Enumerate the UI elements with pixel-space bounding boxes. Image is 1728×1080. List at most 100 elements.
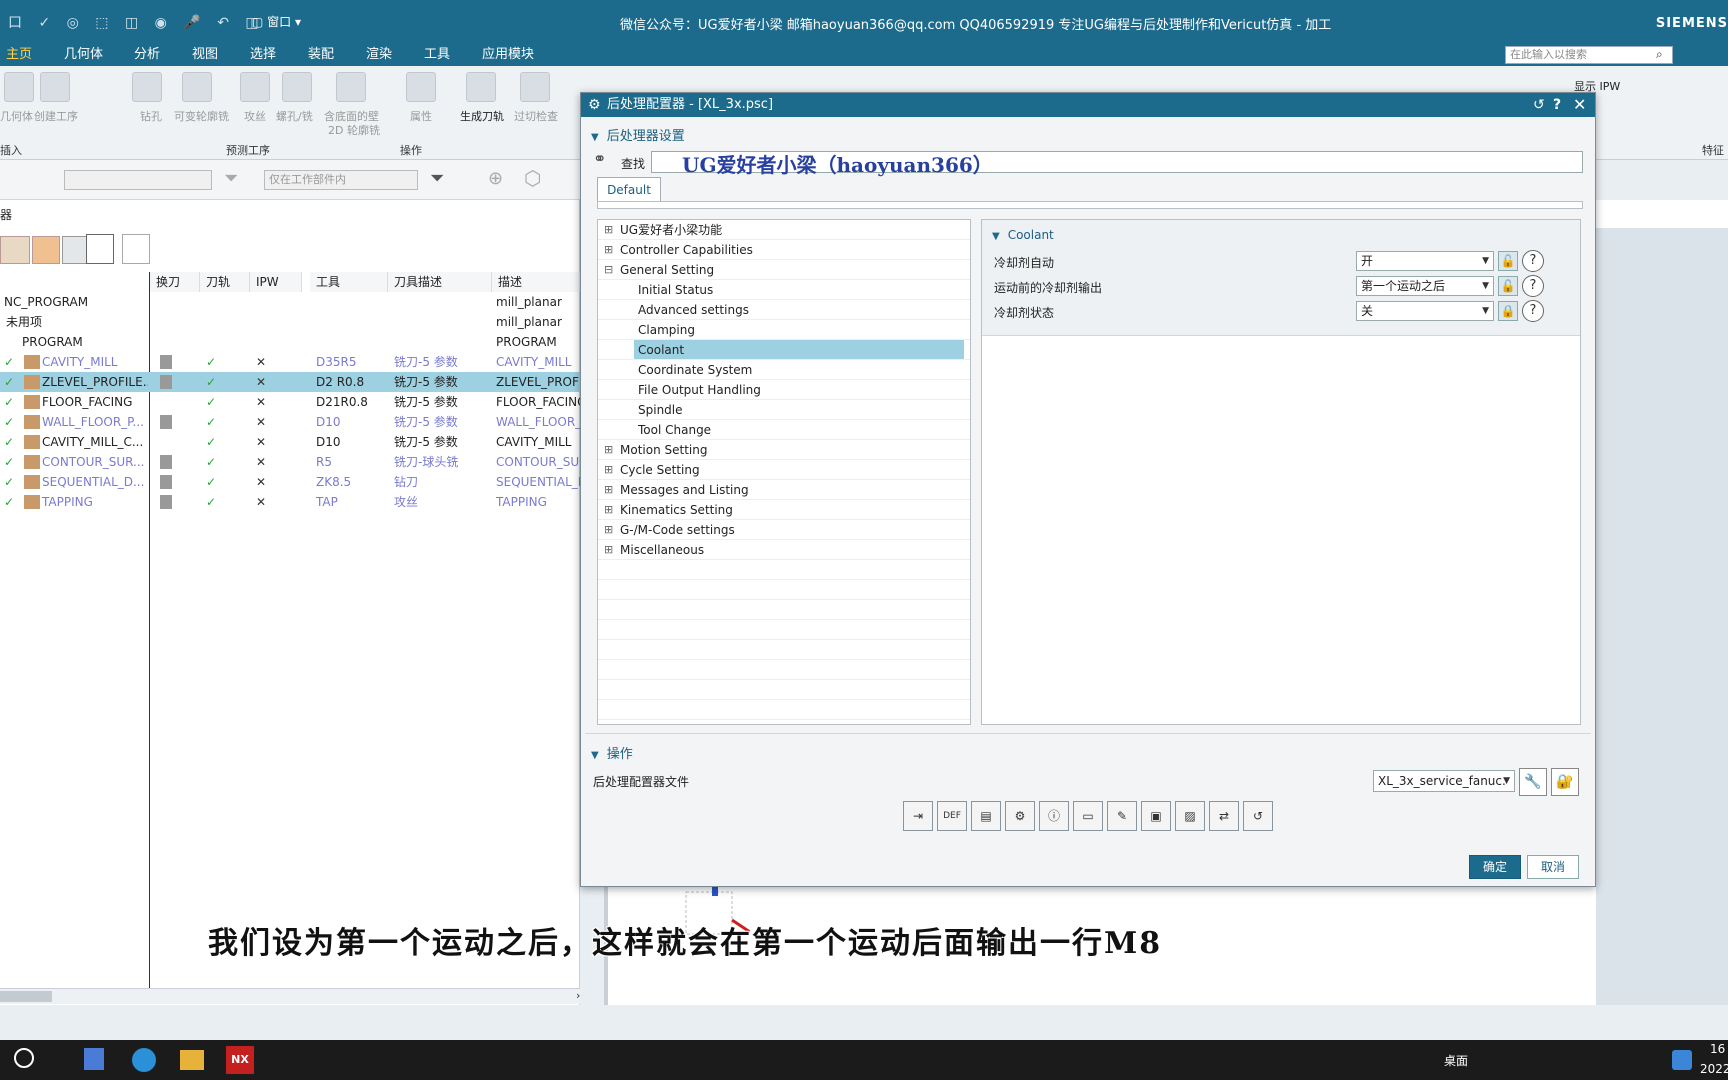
table-row[interactable]: 未用项 mill_planar bbox=[0, 312, 580, 332]
gouge-check-icon[interactable] bbox=[520, 72, 550, 102]
nav-tool-icon-2[interactable] bbox=[32, 236, 60, 264]
table-row[interactable]: PROGRAM PROGRAM bbox=[0, 332, 580, 352]
properties-icon[interactable] bbox=[406, 72, 436, 102]
menu-tools[interactable]: 工具 bbox=[418, 44, 456, 66]
selection-filter-icon[interactable]: ⏷ bbox=[430, 168, 444, 189]
file-explorer-icon[interactable] bbox=[180, 1050, 204, 1070]
tree-item[interactable]: ⊞ G-/M-Code settings bbox=[598, 520, 970, 540]
tree-item[interactable]: ⊟ General Setting bbox=[598, 260, 970, 280]
calculator-icon[interactable] bbox=[84, 1048, 104, 1070]
nav-delete-icon[interactable] bbox=[122, 234, 150, 264]
col-ipw[interactable]: IPW bbox=[250, 272, 302, 292]
help-icon[interactable]: ? bbox=[1522, 250, 1544, 272]
expand-icon[interactable]: ⊞ bbox=[604, 220, 613, 240]
coolant-auto-select[interactable]: 开 ▼ bbox=[1356, 251, 1494, 271]
expand-icon[interactable]: ⊞ bbox=[604, 540, 613, 560]
col-desc[interactable]: 描述 bbox=[492, 272, 580, 292]
menu-analysis[interactable]: 分析 bbox=[128, 44, 166, 66]
desktop-label[interactable]: 桌面 bbox=[1444, 1052, 1468, 1069]
cancel-button[interactable]: 取消 bbox=[1527, 855, 1579, 879]
transfer-icon[interactable]: ⇄ bbox=[1209, 801, 1239, 831]
coolant-group-header[interactable]: ▼ Coolant bbox=[992, 228, 1054, 242]
tree-item[interactable]: ⊞ Motion Setting bbox=[598, 440, 970, 460]
window-menu[interactable]: ▢ 窗口 ▾ bbox=[252, 13, 301, 30]
help-icon[interactable]: ? bbox=[1522, 300, 1544, 322]
table-row[interactable]: ✓ ✓ ✕ SEQUENTIAL_D... ZK8.5 钻刀 SEQUENTIAL_D bbox=[0, 472, 580, 492]
coolant-state-select[interactable]: 关 ▼ bbox=[1356, 301, 1494, 321]
close-icon[interactable]: ✕ bbox=[1573, 93, 1586, 117]
menu-select[interactable]: 选择 bbox=[244, 44, 282, 66]
tree-item[interactable]: Clamping bbox=[598, 320, 970, 340]
help-icon[interactable]: ? bbox=[1553, 93, 1561, 117]
floor-wall-icon[interactable] bbox=[336, 72, 366, 102]
drill-icon[interactable] bbox=[132, 72, 162, 102]
tree-item[interactable]: File Output Handling bbox=[598, 380, 970, 400]
table-row[interactable]: ✓ ✓ ✕ ZLEVEL_PROFILE... D2 R0.8 铣刀-5 参数 ZLEVEL… bbox=[0, 372, 580, 392]
help-icon[interactable]: ? bbox=[1522, 275, 1544, 297]
col-toolpath[interactable]: 刀轨 bbox=[200, 272, 250, 292]
table-row[interactable]: ✓ ✓ ✕ CAVITY_MILL_C... D10 铣刀-5 参数 CAVITY_MILL bbox=[0, 432, 580, 452]
tree-item[interactable]: ⊞ Messages and Listing bbox=[598, 480, 970, 500]
variable-contour-icon[interactable] bbox=[182, 72, 212, 102]
expand-icon[interactable]: ⊞ bbox=[604, 480, 613, 500]
tree-item[interactable]: ⊞ Miscellaneous bbox=[598, 540, 970, 560]
generate-path-icon[interactable] bbox=[466, 72, 496, 102]
collapse-icon[interactable]: ⊟ bbox=[604, 260, 613, 280]
undo-icon[interactable]: ↺ bbox=[1243, 801, 1273, 831]
table-row[interactable]: ✓ ✓ ✕ WALL_FLOOR_P... D10 铣刀-5 参数 WALL_FLOOR_F bbox=[0, 412, 580, 432]
section-operations[interactable]: ▼ 操作 bbox=[591, 743, 633, 762]
menu-home[interactable]: 主页 bbox=[0, 44, 38, 66]
section-post-settings[interactable]: ▼ 后处理器设置 bbox=[591, 125, 685, 144]
save-as-icon[interactable]: ▨ bbox=[1175, 801, 1205, 831]
table-row[interactable]: ✓ ✓ ✕ TAPPING TAP 攻丝 TAPPING bbox=[0, 492, 580, 512]
def-file-icon[interactable]: DEF bbox=[937, 801, 967, 831]
unlock-icon[interactable]: 🔓 bbox=[1498, 276, 1518, 296]
edit-file-icon[interactable]: ✎ bbox=[1107, 801, 1137, 831]
info-icon[interactable]: ⓘ bbox=[1039, 801, 1069, 831]
reset-icon[interactable]: ↺ bbox=[1533, 93, 1545, 117]
tree-item[interactable]: Spindle bbox=[598, 400, 970, 420]
tree-item[interactable]: ⊞ Cycle Setting bbox=[598, 460, 970, 480]
report-icon[interactable]: ▤ bbox=[971, 801, 1001, 831]
export-icon[interactable]: ⇥ bbox=[903, 801, 933, 831]
table-row[interactable]: ✓ ✓ ✕ FLOOR_FACING D21R0.8 铣刀-5 参数 FLOOR_FACIN… bbox=[0, 392, 580, 412]
table-row[interactable]: ✓ ✓ ✕ CONTOUR_SUR... R5 铣刀-球头铣 CONTOUR_SUI bbox=[0, 452, 580, 472]
create-operation-icon[interactable] bbox=[40, 72, 70, 102]
expand-icon[interactable]: ⊞ bbox=[604, 500, 613, 520]
open-folder-icon[interactable]: ▭ bbox=[1073, 801, 1103, 831]
col-tool[interactable]: 工具 bbox=[310, 272, 388, 292]
tree-item[interactable]: Coordinate System bbox=[598, 360, 970, 380]
coolant-before-motion-select[interactable]: 第一个运动之后 ▼ bbox=[1356, 276, 1494, 296]
post-file-select[interactable]: XL_3x_service_fanuc. ▼ bbox=[1373, 770, 1515, 792]
tree-item[interactable]: ⊞ UG爱好者小梁功能 bbox=[598, 220, 970, 240]
tree-item[interactable]: Advanced settings bbox=[598, 300, 970, 320]
config-lock-icon[interactable]: 🔐 bbox=[1551, 768, 1579, 796]
menu-render[interactable]: 渲染 bbox=[360, 44, 398, 66]
table-row[interactable]: NC_PROGRAM mill_planar bbox=[0, 292, 580, 312]
type-filter-combo[interactable] bbox=[64, 170, 212, 190]
tree-item[interactable]: ⊞ Kinematics Setting bbox=[598, 500, 970, 520]
snap-icon[interactable]: ⊕ bbox=[488, 168, 503, 189]
unlock-icon[interactable]: 🔓 bbox=[1498, 251, 1518, 271]
col-tool-change[interactable]: 换刀 bbox=[150, 272, 200, 292]
expand-icon[interactable]: ⊞ bbox=[604, 520, 613, 540]
hexagon-icon[interactable]: ⬡ bbox=[524, 166, 541, 190]
scrollbar-thumb[interactable] bbox=[0, 991, 52, 1002]
tree-item[interactable]: Coolant bbox=[598, 340, 970, 360]
expand-icon[interactable]: ⊞ bbox=[604, 240, 613, 260]
horizontal-scrollbar[interactable]: › bbox=[0, 988, 580, 1004]
menu-applications[interactable]: 应用模块 bbox=[476, 44, 540, 66]
scroll-right-icon[interactable]: › bbox=[576, 989, 580, 1002]
thread-mill-icon[interactable] bbox=[282, 72, 312, 102]
expand-icon[interactable]: ⊞ bbox=[604, 440, 613, 460]
notification-app-icon[interactable] bbox=[1672, 1050, 1692, 1070]
search-circle-icon[interactable] bbox=[14, 1048, 34, 1068]
scope-filter-combo[interactable]: 仅在工作部件内 bbox=[264, 170, 418, 190]
menu-geometry[interactable]: 几何体 bbox=[58, 44, 109, 66]
col-tool-desc[interactable]: 刀具描述 bbox=[388, 272, 492, 292]
search-icon[interactable]: ⌕ bbox=[1656, 47, 1663, 62]
settings-gear-icon[interactable]: ⚙ bbox=[1005, 801, 1035, 831]
search-input[interactable]: 在此输入以搜索 bbox=[1505, 46, 1673, 64]
tab-default[interactable]: Default bbox=[597, 177, 661, 201]
nav-tool-icon-1[interactable] bbox=[0, 236, 30, 264]
